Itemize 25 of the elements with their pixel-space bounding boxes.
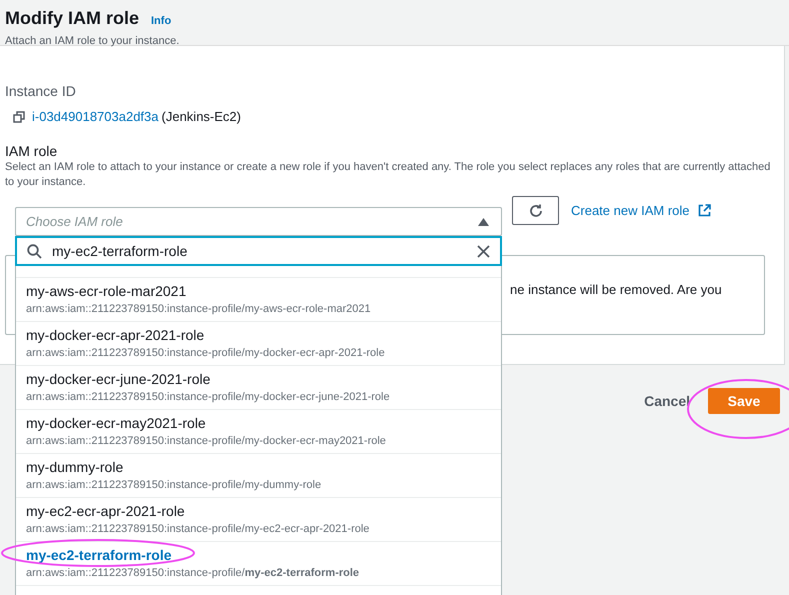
page-subtitle: Attach an IAM role to your instance. [5,34,180,49]
external-link-icon [698,204,710,217]
warning-text: ne instance will be removed. Are you [510,282,722,296]
create-role-link[interactable]: Create new IAM role [571,200,710,220]
page-title: Modify IAM role [5,7,139,30]
role-option[interactable]: my-docker-ecr-june-2021-role arn:aws:iam::211223789150:instance-profile/my-docker-ecr-june-2021-role [16,366,501,410]
info-link[interactable]: Info [151,13,172,30]
field-label: Instance ID [5,82,77,100]
copy-icon[interactable] [13,110,25,123]
role-option[interactable]: my-ec2-terraform-role arn:aws:iam::211223789150:instance-profile/my-ec2-terraform-role [16,542,501,586]
field-description: Select an IAM role to attach to your instance or create a new role if you haven't created any. The role you select replaces any roles that are currently attached to your instance. [5,160,772,190]
refresh-button[interactable] [512,196,559,225]
field-label: IAM role [5,142,58,160]
role-option[interactable]: my-aws-ecr-role-mar2021 arn:aws:iam::211223789150:instance-profile/my-aws-ecr-role-mar2021 [16,278,501,322]
role-option[interactable]: my-docker-ecr-may2021-role arn:aws:iam::211223789150:instance-profile/my-docker-ecr-may2021-role [16,410,501,454]
role-option[interactable]: my-ec2-ecr-apr-2021-role arn:aws:iam::211223789150:instance-profile/my-ec2-ecr-apr-2021-role [16,498,501,542]
search-icon [27,244,42,258]
instance-name: (Jenkins-Ec2) [162,108,241,126]
search-field[interactable]: my-ec2-terraform-role [15,236,502,266]
role-option[interactable]: my-docker-ecr-apr-2021-role arn:aws:iam::211223789150:instance-profile/my-docker-ecr-apr-2021-role [16,322,501,366]
instance-id-link[interactable]: i-03d49018703a2df3a [32,107,159,126]
role-option[interactable]: my-dummy-role arn:aws:iam::211223789150:instance-profile/my-dummy-role [16,454,501,498]
clear-icon[interactable] [477,244,490,258]
refresh-icon [528,202,544,218]
cancel-button[interactable]: Cancel [644,390,690,412]
